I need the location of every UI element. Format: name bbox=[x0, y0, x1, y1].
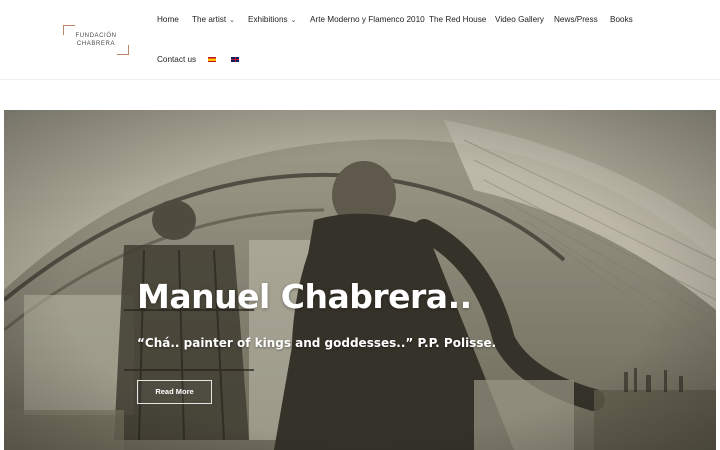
nav-books-label: Books bbox=[610, 15, 633, 24]
nav-arte-moderno[interactable]: Arte Moderno y Flamenco 2010 bbox=[310, 15, 425, 24]
logo-line-2: CHABRERA bbox=[76, 41, 116, 47]
nav-contact-us-label: Contact us bbox=[157, 55, 197, 64]
chevron-down-icon: ⌄ bbox=[290, 17, 297, 24]
spanish-flag-icon[interactable] bbox=[208, 57, 216, 62]
nav-red-house[interactable]: The Red House bbox=[429, 15, 486, 24]
nav-news-press-label: News/Press bbox=[554, 15, 598, 24]
nav-exhibitions-label: Exhibitions bbox=[248, 15, 288, 24]
nav-books[interactable]: Books bbox=[610, 15, 633, 24]
nav-news-press[interactable]: News/Press bbox=[554, 15, 598, 24]
nav-video-gallery-label: Video Gallery bbox=[495, 15, 545, 24]
read-more-button[interactable]: Read More bbox=[137, 380, 212, 404]
nav-the-artist[interactable]: The artist ⌄ bbox=[192, 15, 235, 24]
uk-flag-icon[interactable] bbox=[231, 57, 239, 62]
hero-banner: Manuel Chabrera.. “Chá.. painter of king… bbox=[4, 110, 716, 450]
nav-home[interactable]: Home bbox=[157, 15, 179, 24]
site-header: FUNDACIÓN CHABRERA Home The artist ⌄ Exhi… bbox=[0, 0, 720, 80]
logo-line-1: FUNDACIÓN bbox=[75, 33, 117, 39]
nav-home-label: Home bbox=[157, 15, 179, 24]
hero-quote: “Chá.. painter of kings and goddesses..”… bbox=[137, 336, 497, 350]
nav-video-gallery[interactable]: Video Gallery bbox=[495, 15, 544, 24]
nav-the-artist-label: The artist bbox=[192, 15, 227, 24]
fundacion-chabrera-logo[interactable]: FUNDACIÓN CHABRERA bbox=[63, 25, 129, 55]
nav-arte-moderno-label: Arte Moderno y Flamenco 2010 bbox=[310, 15, 425, 24]
nav-exhibitions[interactable]: Exhibitions ⌄ bbox=[248, 15, 296, 24]
nav-red-house-label: The Red House bbox=[429, 15, 487, 24]
nav-contact-us[interactable]: Contact us bbox=[157, 55, 196, 64]
chevron-down-icon: ⌄ bbox=[229, 17, 236, 24]
hero-title: Manuel Chabrera.. bbox=[137, 277, 472, 316]
